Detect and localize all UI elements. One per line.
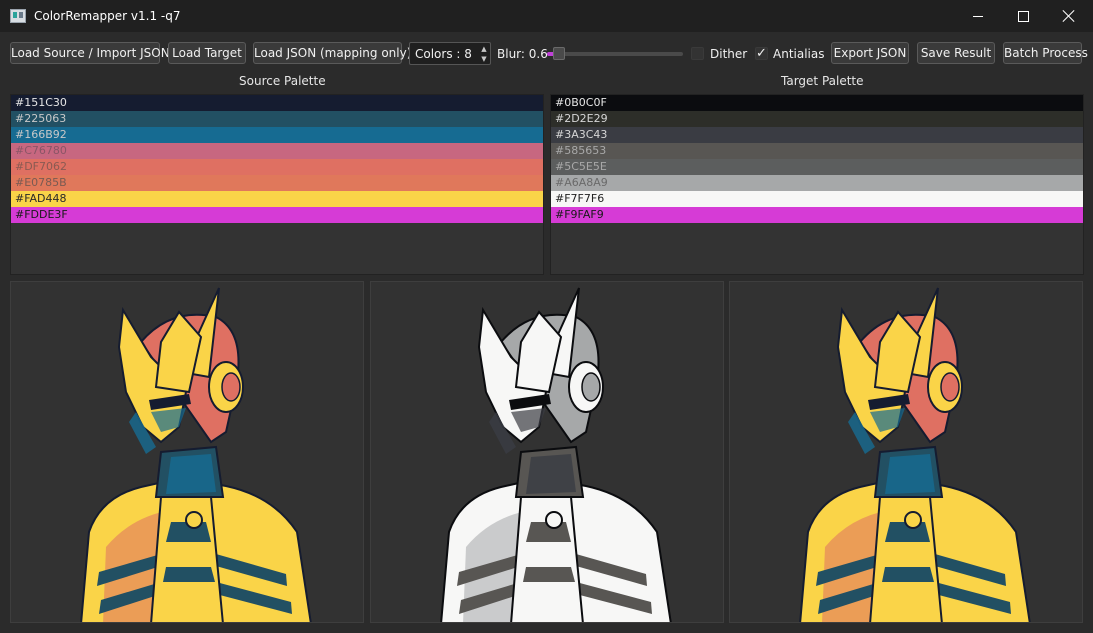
source-palette-header: Source Palette (239, 74, 326, 88)
title-bar: ColorRemapper v1.1 -q7 (0, 0, 1093, 32)
source-image-panel (10, 281, 364, 623)
antialias-label: Antialias (773, 47, 825, 61)
window-title: ColorRemapper v1.1 -q7 (34, 9, 181, 23)
antialias-checkbox[interactable]: ✓ (755, 47, 768, 60)
result-image-panel (729, 281, 1083, 623)
dither-checkbox[interactable] (691, 47, 704, 60)
palette-swatch-row[interactable]: #C76780 (11, 143, 543, 159)
palette-swatch-row[interactable]: #585653 (551, 143, 1083, 159)
palette-swatch-row[interactable]: #FDDE3F (11, 207, 543, 223)
spin-up-arrow-icon[interactable]: ▲ (479, 44, 489, 54)
maximize-button[interactable] (1000, 0, 1046, 32)
palette-swatch-row[interactable]: #225063 (11, 111, 543, 127)
source-palette-list[interactable]: #151C30 #225063 #166B92 #C76780 #DF7062 #E078… (10, 94, 544, 275)
armor-figure-illustration (440, 287, 672, 622)
palette-swatch-row[interactable]: #FAD448 (11, 191, 543, 207)
armor-figure-illustration (80, 287, 312, 622)
maximize-icon (1017, 10, 1029, 22)
blur-slider[interactable] (547, 52, 683, 56)
load-target-button[interactable]: Load Target (168, 42, 246, 64)
blur-label: Blur: 0.6 (497, 47, 548, 61)
batch-process-button[interactable]: Batch Process (1003, 42, 1088, 64)
palette-swatch-row[interactable]: #0B0C0F (551, 95, 1083, 111)
app-icon (10, 9, 26, 23)
target-palette-list[interactable]: #0B0C0F #2D2E29 #3A3C43 #585653 #5C5E5E #A6A8… (550, 94, 1084, 275)
load-source-button[interactable]: Load Source / Import JSON (10, 42, 170, 64)
palette-swatch-row[interactable]: #166B92 (11, 127, 543, 143)
palette-swatch-row[interactable]: #3A3C43 (551, 127, 1083, 143)
save-result-button[interactable]: Save Result (917, 42, 995, 64)
minimize-button[interactable] (955, 0, 1001, 32)
close-button[interactable] (1046, 0, 1092, 32)
palette-swatch-row[interactable]: #5C5E5E (551, 159, 1083, 175)
palette-swatch-row[interactable]: #DF7062 (11, 159, 543, 175)
export-json-button[interactable]: Export JSON (831, 42, 909, 64)
blur-slider-handle[interactable] (553, 47, 565, 60)
palette-swatch-row[interactable]: #F9FAF9 (551, 207, 1083, 223)
minimize-icon (973, 15, 983, 17)
palette-swatch-row[interactable]: #2D2E29 (551, 111, 1083, 127)
palette-swatch-row[interactable]: #151C30 (11, 95, 543, 111)
colors-spinbox[interactable]: Colors : 8 ▲ ▼ (409, 42, 491, 65)
checkmark-icon: ✓ (756, 46, 767, 61)
palette-swatch-row[interactable]: #E0785B (11, 175, 543, 191)
close-icon (1063, 10, 1075, 22)
dither-label: Dither (710, 47, 748, 61)
target-palette-header: Target Palette (781, 74, 864, 88)
palette-swatch-row[interactable]: #A6A8A9 (551, 175, 1083, 191)
colors-value: Colors : 8 (415, 47, 472, 61)
armor-figure-illustration (799, 287, 1031, 622)
target-image-panel (370, 281, 724, 623)
load-json-button[interactable]: Load JSON (mapping only) (253, 42, 411, 64)
palette-swatch-row[interactable]: #F7F7F6 (551, 191, 1083, 207)
spin-down-arrow-icon[interactable]: ▼ (479, 54, 489, 64)
